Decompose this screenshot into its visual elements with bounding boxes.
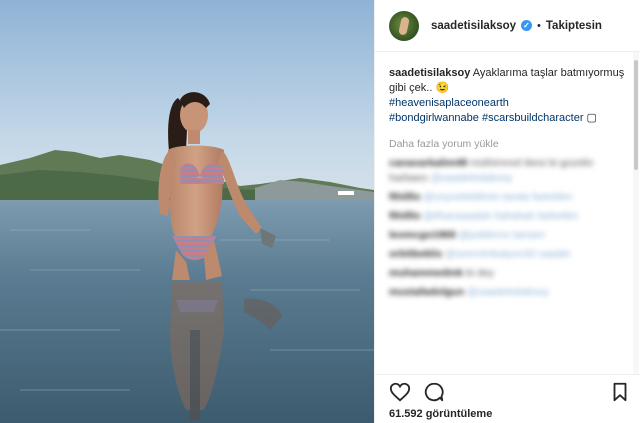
post-actions-bar: 61.592 görüntüleme xyxy=(375,374,640,423)
comment-text: bi dey xyxy=(466,267,495,279)
view-count: 61.592 görüntüleme xyxy=(389,408,493,420)
comment-item: muhammedmk bi dey xyxy=(389,266,625,281)
separator-dot: • xyxy=(537,19,541,32)
comment-icon[interactable] xyxy=(423,381,445,403)
hashtag-link[interactable]: #bondgirlwannabe xyxy=(389,112,479,124)
comments-list: saadetisilaksoy Ayaklarıma taşlar batmıy… xyxy=(375,52,633,374)
hashtag-link[interactable]: #heavenisaplaceonearth xyxy=(389,97,509,109)
comment-item: canavarkalim48 müthimmel ibesi bi gozeli… xyxy=(389,156,625,186)
post-caption: saadetisilaksoy Ayaklarıma taşlar batmıy… xyxy=(389,66,625,126)
post-side-panel: saadetisilaksoy ✓ • Takiptesin saadetisi… xyxy=(374,0,640,423)
comment-username[interactable]: fthilllo xyxy=(389,191,421,203)
header-username[interactable]: saadetisilaksoy xyxy=(431,20,516,32)
comment-mention[interactable]: @saadetisilaksoy xyxy=(430,172,512,184)
comment-mention[interactable]: @zeynelebilirsin tanda farkettim xyxy=(423,191,572,203)
comment-item: leomcgo1969 @judderno tamam xyxy=(389,228,625,243)
scrollbar-thumb[interactable] xyxy=(634,60,638,170)
hashtag-link[interactable]: #scarsbuildcharacter xyxy=(482,112,584,124)
comment-mention[interactable]: @saadetisilaksoy xyxy=(467,286,549,298)
verified-icon: ✓ xyxy=(521,20,533,31)
comment-username[interactable]: muhammedmk xyxy=(389,267,463,279)
load-more-comments-link[interactable]: Daha fazla yorum yükle xyxy=(389,138,625,150)
bookmark-icon[interactable] xyxy=(609,381,631,403)
comment-item: mustafadolgun @saadetisilaksoy xyxy=(389,285,625,300)
comment-username[interactable]: leomcgo1969 xyxy=(389,229,456,241)
following-button[interactable]: Takiptesin xyxy=(546,20,602,32)
comment-username[interactable]: mustafadolgun xyxy=(389,286,464,298)
post-video[interactable] xyxy=(0,0,374,423)
comment-item: fthilllo @ilhanaaadah hahahah farkettim xyxy=(389,209,625,224)
comment-username[interactable]: fthilllo xyxy=(389,210,421,222)
comment-username[interactable]: canavarkalim48 xyxy=(389,157,467,169)
comment-mention[interactable]: @seernimkatyon33 saadet xyxy=(445,248,570,260)
caption-username[interactable]: saadetisilaksoy xyxy=(389,67,470,79)
caption-end-glyph: ▢ xyxy=(586,112,597,124)
comment-mention[interactable]: @ilhanaaadah hahahah farkettim xyxy=(423,210,578,222)
beach-scene-image xyxy=(0,0,374,423)
heart-icon[interactable] xyxy=(389,381,411,403)
post-header: saadetisilaksoy ✓ • Takiptesin xyxy=(375,0,640,52)
comment-mention[interactable]: @judderno tamam xyxy=(458,229,545,241)
avatar[interactable] xyxy=(389,10,419,41)
comment-item: orbitbeklis @seernimkatyon33 saadet xyxy=(389,247,625,262)
comment-item: fthilllo @zeynelebilirsin tanda farketti… xyxy=(389,190,625,205)
comments-scrollbar[interactable] xyxy=(633,52,639,374)
comment-username[interactable]: orbitbeklis xyxy=(389,248,442,260)
